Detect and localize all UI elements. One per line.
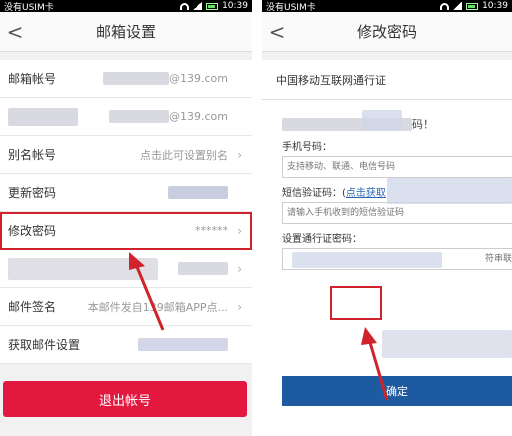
chevron-right-icon: › [237, 147, 242, 162]
chevron-right-icon: › [237, 223, 242, 238]
red-arrow-icon [361, 327, 389, 401]
clock: 10:39 [482, 1, 508, 11]
app-header: < 邮箱设置 [0, 12, 252, 52]
sms-code-input[interactable] [282, 202, 512, 224]
row-mail-account[interactable]: 邮箱帐号 xxxxx@139.com [0, 60, 252, 98]
app-header: < 修改密码 [262, 12, 512, 52]
page-title: 邮箱设置 [95, 23, 156, 41]
status-bar: 没有USIM卡 10:39 [262, 0, 512, 13]
page-title: 修改密码 [356, 23, 417, 41]
battery-icon [206, 2, 219, 10]
row-alias-account[interactable]: 别名帐号 点击此可设置别名 › [0, 136, 252, 174]
row-label: 邮件签名 [8, 300, 57, 314]
wifi-icon [440, 2, 450, 10]
wifi-icon [180, 2, 190, 10]
confirm-button[interactable]: 确定 [282, 376, 512, 406]
chevron-right-icon: › [237, 261, 242, 276]
row-label: 获取邮件设置 [8, 338, 81, 352]
row-change-password[interactable]: 修改密码 ****** › [0, 212, 252, 250]
mailbox-settings-screen: 没有USIM卡 10:39 < 邮箱设置 邮箱帐号 xxxxx@139.com … [0, 0, 252, 436]
row-label: 修改密码 [8, 224, 57, 238]
signal-icon [453, 2, 463, 10]
back-icon[interactable]: < [264, 17, 290, 47]
row-label: 更新密码 [8, 186, 57, 200]
signal-icon [193, 2, 203, 10]
logout-button[interactable]: 退出帐号 [3, 381, 247, 417]
carrier-text: 没有USIM卡 [266, 2, 316, 13]
back-icon[interactable]: < [2, 17, 28, 47]
row-value: ****** [195, 224, 228, 237]
row-value: xxxxx@139.com [82, 72, 228, 85]
phone-input[interactable] [282, 156, 512, 178]
phone-label: 手机号码： [282, 142, 332, 153]
section-title: 中国移动互联网通行证 [262, 60, 512, 100]
password-label: 设置通行证密码： [282, 234, 362, 245]
clock: 10:39 [222, 1, 248, 11]
row-update-password[interactable]: 更新密码 x [0, 174, 252, 212]
get-code-link[interactable]: 点击获取 [346, 188, 386, 199]
blurred-label [8, 107, 78, 126]
screenshot-composite: 没有USIM卡 10:39 < 邮箱设置 邮箱帐号 xxxxx@139.com … [0, 0, 512, 436]
confirm-highlight-box [330, 286, 382, 320]
row-mail-account-2[interactable]: xxxxx@139.com [0, 98, 252, 136]
row-value: xxxxx@139.com [78, 110, 228, 123]
row-value: 点击此可设置别名 [140, 148, 228, 162]
row-label: 邮箱帐号 [8, 72, 57, 86]
battery-icon [466, 2, 479, 10]
status-bar: 没有USIM卡 10:39 [0, 0, 252, 13]
carrier-text: 没有USIM卡 [4, 2, 54, 13]
change-password-screen: 没有USIM卡 10:39 < 修改密码 中国移动互联网通行证 x码！ 手机号码… [262, 0, 512, 436]
row-label: 别名帐号 [8, 148, 57, 162]
chevron-right-icon: › [237, 299, 242, 314]
red-arrow-icon [129, 252, 165, 331]
